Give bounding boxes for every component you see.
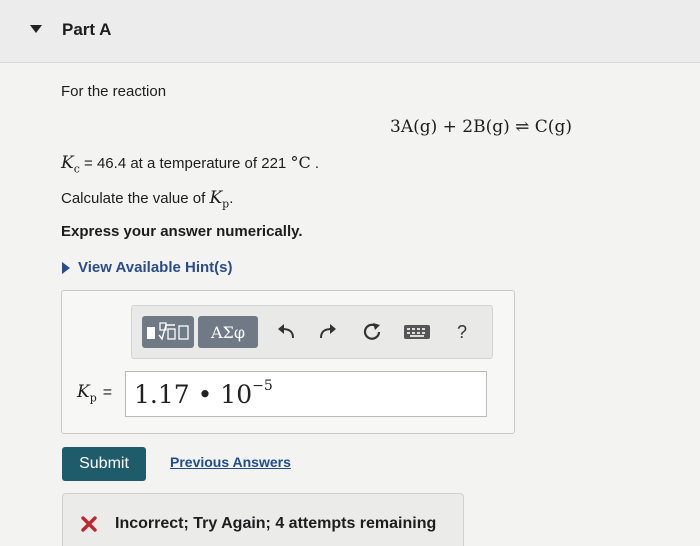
kc-symbol: Kc xyxy=(61,153,80,176)
keyboard-icon[interactable] xyxy=(400,316,434,348)
collapse-caret-icon[interactable] xyxy=(30,25,42,33)
expand-arrow-icon xyxy=(62,261,70,274)
templates-icon xyxy=(147,322,189,341)
part-title: Part A xyxy=(62,20,112,39)
kc-statement: Kc = 46.4 at a temperature of 221 °C . xyxy=(61,153,320,176)
undo-icon[interactable] xyxy=(272,316,302,348)
help-icon[interactable]: ? xyxy=(447,316,477,348)
feedback-text: Incorrect; Try Again; 4 attempts remaini… xyxy=(115,515,437,532)
hint-label: View Available Hint(s) xyxy=(78,259,233,276)
kp-symbol: Kp xyxy=(209,188,230,211)
kc-text: = 46.4 at a temperature of 221 xyxy=(79,155,291,172)
submit-button[interactable]: Submit xyxy=(62,447,146,481)
answer-instruction: Express your answer numerically. xyxy=(61,223,303,240)
feedback-banner: Incorrect; Try Again; 4 attempts remaini… xyxy=(62,493,464,546)
kc-unit: °C xyxy=(290,153,311,172)
redo-icon[interactable] xyxy=(312,316,342,348)
templates-button[interactable] xyxy=(142,316,194,348)
question-intro: For the reaction xyxy=(61,83,167,100)
calc-statement: Calculate the value of Kp. xyxy=(61,188,234,211)
reaction-equation: 3A(g) + 2B(g) ⇌ C(g) xyxy=(390,117,572,137)
math-toolbar: ΑΣφ ? xyxy=(131,305,493,359)
answer-input[interactable]: 1.17 • 10−5 xyxy=(125,371,487,417)
view-hints-link[interactable]: View Available Hint(s) xyxy=(62,259,233,276)
reset-icon[interactable] xyxy=(357,316,387,348)
previous-answers-link[interactable]: Previous Answers xyxy=(170,454,291,470)
answer-value: 1.17 • 10−5 xyxy=(134,377,273,409)
part-header[interactable]: Part A xyxy=(0,0,700,63)
greek-symbols-button[interactable]: ΑΣφ xyxy=(198,316,258,348)
incorrect-x-icon xyxy=(81,516,97,532)
kp-answer-label: Kp = xyxy=(77,382,113,405)
